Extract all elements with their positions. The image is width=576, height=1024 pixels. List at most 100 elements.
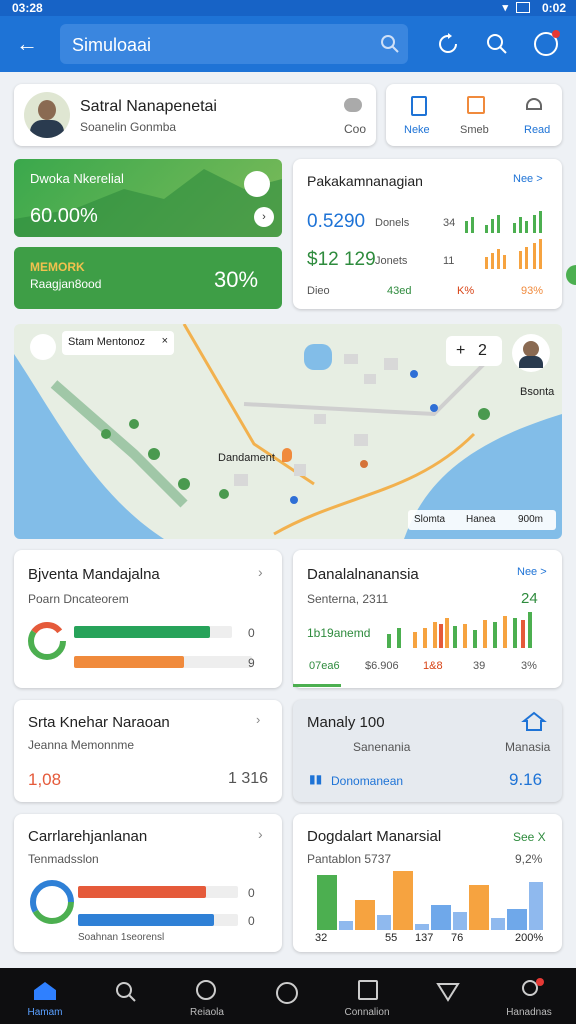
gauge-icon: [526, 98, 542, 110]
quick-action-read[interactable]: Read: [508, 90, 556, 140]
progress-value: 0: [248, 886, 255, 900]
back-arrow-icon[interactable]: ←: [12, 29, 42, 59]
nav-home[interactable]: Hamam: [4, 968, 86, 1024]
card-b-footer: 39: [473, 660, 486, 672]
notification-dot-icon: [536, 978, 544, 986]
stats-value: $12 129: [307, 249, 376, 270]
card-f-bar: [339, 921, 353, 930]
profile-card[interactable]: Satral Nanapenetai Soanelin Gonmba Coo: [14, 84, 376, 146]
stats-label: Jonets: [375, 255, 408, 267]
progress-fill: [74, 626, 210, 638]
card-d-title: Manaly 100: [307, 714, 385, 731]
map-view[interactable]: Stam Mentonoz × + 2 Dandament Bsonta Slo…: [14, 324, 562, 539]
map-scale: Slomta Hanea 900m: [408, 510, 556, 530]
card-f[interactable]: Dogdalart Manarsial See X Pantablon 5737…: [293, 814, 562, 952]
search-icon: [116, 982, 136, 1002]
map-pin-icon[interactable]: [282, 448, 292, 462]
arrow-right-icon[interactable]: ›: [254, 207, 274, 227]
card-b-footer: 1&8: [423, 660, 443, 672]
card-e-link-label[interactable]: Soahnan 1seorensl: [78, 932, 164, 943]
progress-fill: [78, 914, 214, 926]
card-b[interactable]: Danalalnanansia Nee > Senterna, 2311 24 …: [293, 550, 562, 688]
card-e[interactable]: Carrlarehjanlanan › Tenmadsslon 0 0 Soah…: [14, 814, 282, 952]
circle-icon: [276, 982, 298, 1004]
refresh-icon[interactable]: [244, 171, 270, 197]
card-f-bar: [377, 915, 391, 930]
avatar: [24, 92, 70, 138]
card-b-chart-label: 1b19anemd: [307, 626, 371, 640]
stats-value: 0.5290: [307, 211, 366, 232]
search-icon[interactable]: [380, 34, 400, 54]
chat-icon[interactable]: [344, 98, 362, 112]
card-f-bar: [355, 900, 375, 930]
nav-reiaola[interactable]: Reiaola: [166, 968, 248, 1024]
progress-value: 0: [248, 914, 255, 928]
edge-tab[interactable]: [566, 265, 576, 285]
wifi-icon: ▾: [502, 2, 508, 14]
progress-track: [74, 656, 252, 668]
green-card-title: MEMORK: [30, 260, 85, 274]
nav-back[interactable]: [406, 968, 488, 1024]
quick-action-neke[interactable]: Neke: [396, 90, 444, 140]
card-a-title: Bjventa Mandajalna: [28, 566, 160, 583]
card-e-subtitle: Tenmadsslon: [28, 852, 99, 866]
nav-label: Connalion: [344, 1007, 390, 1018]
close-icon[interactable]: ×: [162, 335, 168, 347]
nav-search[interactable]: [86, 968, 168, 1024]
progress-track: [74, 626, 232, 638]
status-time: 03:28: [12, 1, 43, 15]
status-right: 0:02: [541, 1, 566, 15]
profile-action[interactable]: Coo: [344, 122, 366, 136]
chevron-right-icon[interactable]: ›: [258, 564, 263, 580]
card-f-link[interactable]: See X: [513, 830, 546, 844]
green-card-value: 30%: [214, 267, 259, 292]
edit-icon: [467, 96, 485, 114]
quick-action-smeb[interactable]: Smeb: [452, 90, 500, 140]
card-d-subtitle: Sanenania: [353, 740, 411, 754]
card-f-bar-label: 137: [415, 932, 434, 944]
card-f-bar: [469, 885, 489, 930]
avatar[interactable]: [512, 334, 550, 372]
card-f-percent: 9,2%: [515, 852, 543, 866]
card-a[interactable]: Bjventa Mandajalna › Poarn Dncateorem 0 …: [14, 550, 282, 688]
profile-subtitle: Soanelin Gonmba: [80, 120, 177, 134]
nav-connalion[interactable]: Connalion: [326, 968, 408, 1024]
pin-icon[interactable]: ›: [256, 712, 260, 727]
green-card-1[interactable]: Dwoka Nkerelial 60.00% ›: [14, 159, 282, 237]
progress-fill: [78, 886, 206, 898]
plus-icon: +: [456, 342, 466, 359]
card-b-link[interactable]: Nee >: [517, 566, 547, 578]
stats-link[interactable]: Nee >: [513, 173, 543, 185]
nav-label: Hamam: [27, 1007, 63, 1018]
square-icon: [358, 980, 378, 1000]
home-icon: [34, 982, 56, 1000]
stats-card[interactable]: Pakakamnanagian Nee > 0.5290 Donels 34 $…: [293, 159, 562, 309]
map-scale-label: Hanea: [466, 514, 496, 525]
app-title: Simuloaai: [72, 35, 152, 55]
chevron-right-icon[interactable]: ›: [258, 826, 263, 842]
map-scale-label: Slomta: [414, 514, 446, 525]
green-card-2[interactable]: MEMORK Raagjan8ood 30%: [14, 247, 282, 309]
stats-footer: Dieo: [307, 285, 330, 297]
quick-action-label: Smeb: [460, 124, 489, 136]
locate-icon[interactable]: [30, 334, 56, 360]
search-icon[interactable]: [485, 32, 509, 56]
nav-label: Hanadnas: [506, 1007, 552, 1018]
card-c[interactable]: Srta Knehar Naraoan › Jeanna Memonnme 1,…: [14, 700, 282, 802]
card-a-subtitle: Poarn Dncateorem: [28, 592, 129, 606]
card-f-bar: [453, 912, 467, 930]
nav-home-button[interactable]: [246, 968, 328, 1024]
map-search-chip[interactable]: Stam Mentonoz ×: [62, 331, 174, 355]
refresh-icon[interactable]: [436, 32, 460, 56]
card-f-bar: [507, 909, 527, 930]
card-d[interactable]: Manaly 100 Sanenania Manasia ▮▮ Donomane…: [293, 700, 562, 802]
nav-hanadnas[interactable]: Hanadnas: [488, 968, 570, 1024]
card-d-footer-label: Donomanean: [331, 774, 404, 788]
battery-icon: [516, 2, 530, 13]
notification-dot-icon: [552, 30, 560, 38]
home-icon[interactable]: [521, 710, 547, 732]
card-f-bar-label: 55: [385, 932, 398, 944]
search-bar[interactable]: Simuloaai: [60, 24, 408, 64]
card-f-bar: [431, 904, 451, 930]
map-counter[interactable]: + 2: [446, 336, 502, 366]
